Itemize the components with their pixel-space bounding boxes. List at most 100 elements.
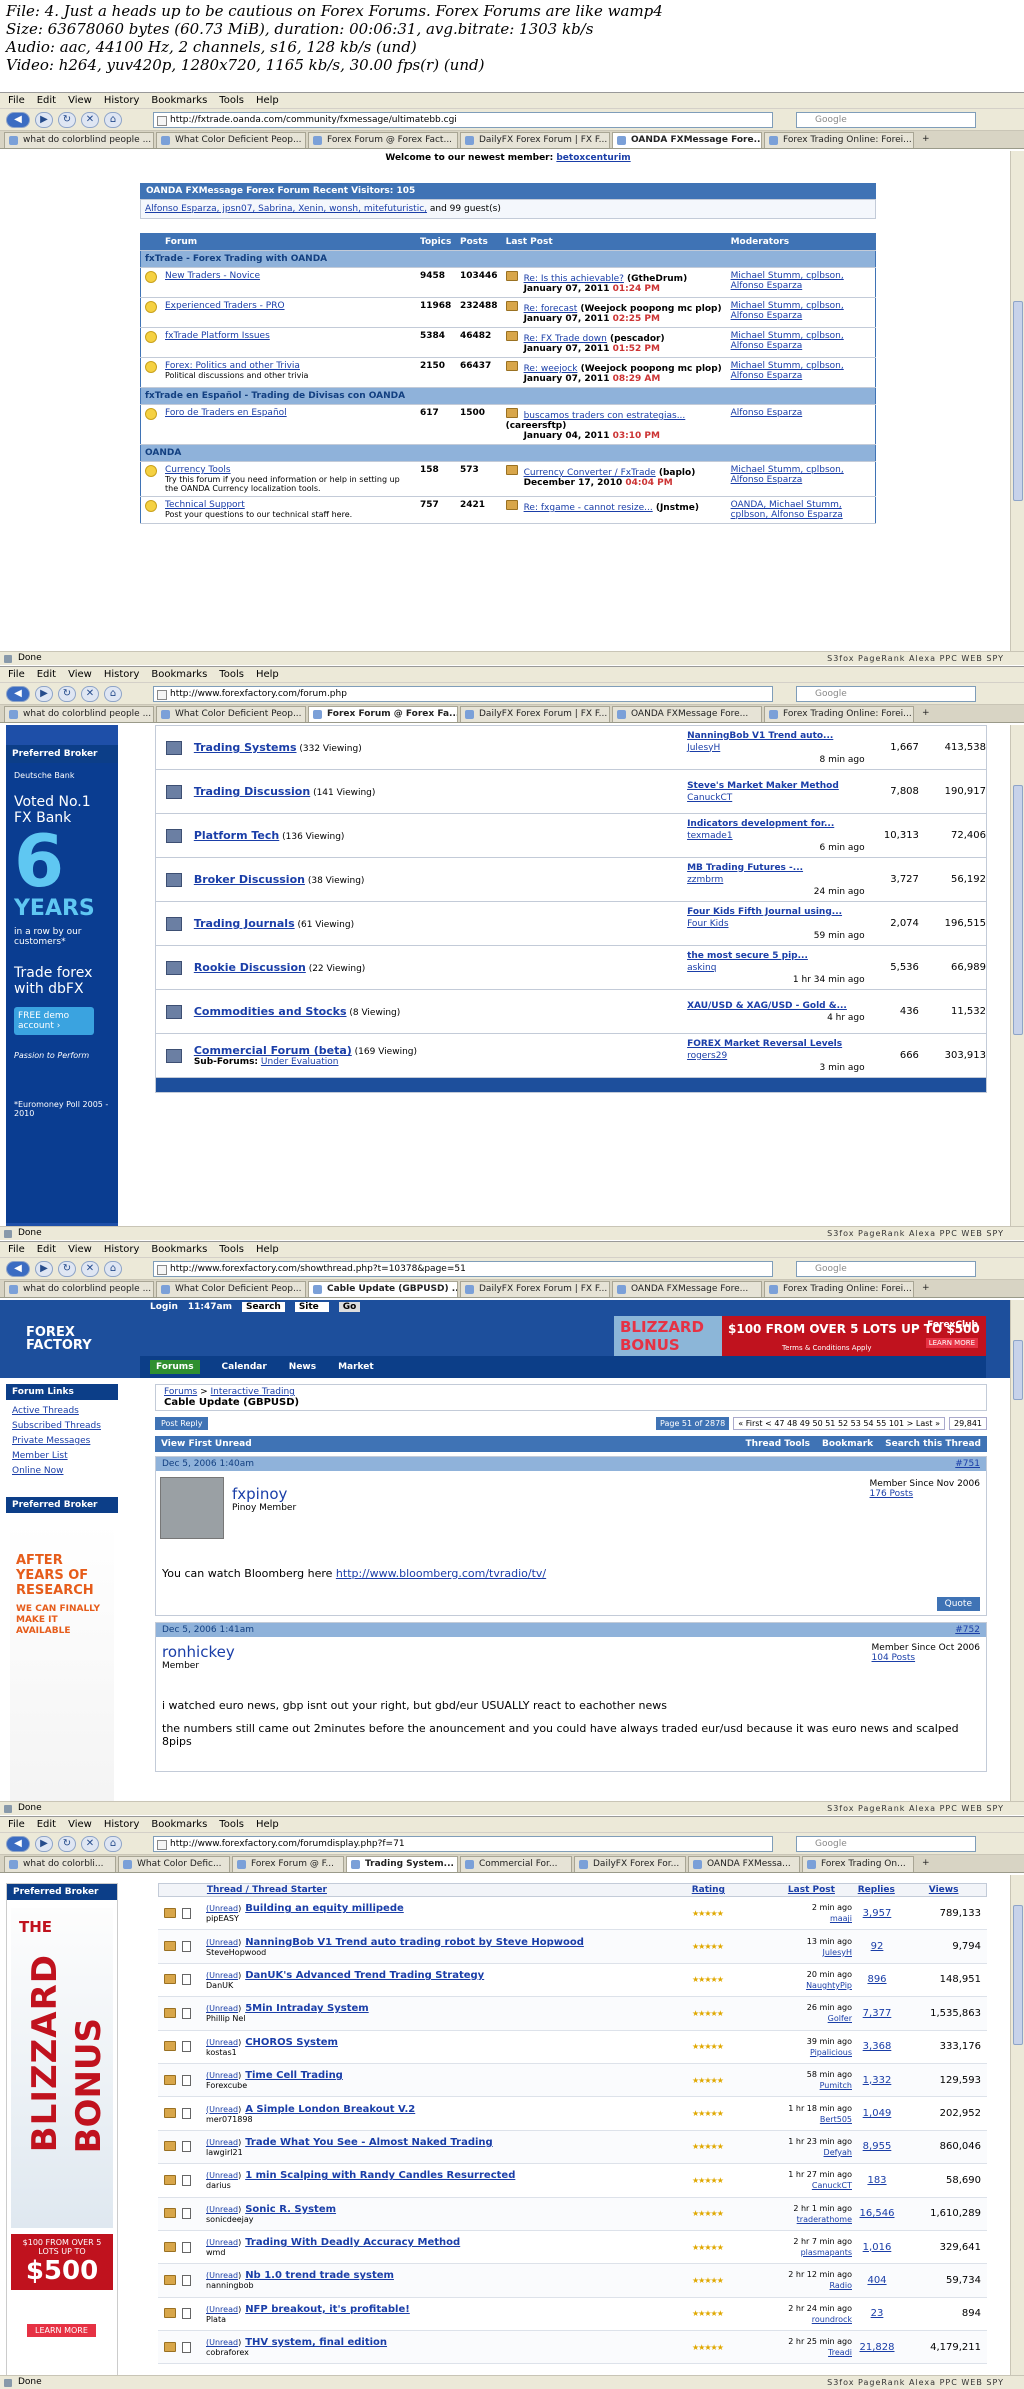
tab-7[interactable]: OANDA FXMessa... bbox=[688, 1856, 800, 1872]
unread-link[interactable]: (Unread bbox=[206, 2305, 238, 2314]
tab-6[interactable]: DailyFX Forex For... bbox=[574, 1856, 686, 1872]
last-post-author[interactable]: texmade1 bbox=[687, 831, 733, 841]
thread-replies[interactable]: 404 bbox=[852, 2275, 902, 2286]
tab-1[interactable]: what do colorblind people ... bbox=[4, 1281, 154, 1297]
breadcrumb-forums[interactable]: Forums bbox=[164, 1387, 197, 1397]
back-icon[interactable]: ◀ bbox=[6, 1835, 30, 1852]
menu-history[interactable]: History bbox=[104, 95, 140, 106]
menu-tools[interactable]: Tools bbox=[219, 669, 244, 680]
moderators[interactable]: Michael Stumm, cplbson, bbox=[731, 301, 871, 311]
forum-name[interactable]: Platform Tech bbox=[194, 829, 279, 842]
bookmark-menu[interactable]: Bookmark bbox=[822, 1439, 873, 1449]
menu-edit[interactable]: Edit bbox=[37, 95, 56, 106]
post-username[interactable]: fxpinoy bbox=[232, 1485, 287, 1503]
stop-icon[interactable]: ✕ bbox=[81, 685, 99, 702]
menu-history[interactable]: History bbox=[104, 1819, 140, 1830]
blizzard-side-ad[interactable]: Preferred Broker THE BLIZZARD BONUS $100… bbox=[6, 1883, 118, 2376]
tab-3[interactable]: Cable Update (GBPUSD) ... bbox=[308, 1281, 458, 1297]
nav-news[interactable]: News bbox=[289, 1362, 316, 1372]
thread-title[interactable]: THV system, final edition bbox=[245, 2337, 387, 2348]
ad-learn-button[interactable]: LEARN MORE bbox=[27, 2324, 96, 2337]
new-tab-icon[interactable]: + bbox=[916, 706, 936, 722]
scrollbar[interactable] bbox=[1010, 725, 1024, 1227]
back-icon[interactable]: ◀ bbox=[6, 685, 30, 702]
pagination-links[interactable]: « First < 47 48 49 50 51 52 53 54 55 101… bbox=[733, 1417, 945, 1430]
thread-last-author[interactable]: CanuckCT bbox=[772, 2180, 852, 2191]
bloomberg-link[interactable]: http://www.bloomberg.com/tvradio/tv/ bbox=[336, 1567, 546, 1580]
home-icon[interactable]: ⌂ bbox=[104, 111, 122, 128]
unread-link[interactable]: (Unread bbox=[206, 2138, 238, 2147]
menu-tools[interactable]: Tools bbox=[219, 1819, 244, 1830]
ff-logo[interactable]: FOREX FACTORY bbox=[26, 1326, 116, 1352]
scrollbar[interactable] bbox=[1010, 1875, 1024, 2376]
new-tab-icon[interactable]: + bbox=[916, 1281, 936, 1297]
menu-edit[interactable]: Edit bbox=[37, 1244, 56, 1255]
thread-replies[interactable]: 1,049 bbox=[852, 2108, 902, 2119]
moderators-cont[interactable]: Alfonso Esparza bbox=[731, 371, 871, 381]
col-rating[interactable]: Rating bbox=[692, 1884, 772, 1896]
moderators[interactable]: Michael Stumm, cplbson, bbox=[731, 465, 871, 475]
thread-last-author[interactable]: Pipalicious bbox=[772, 2047, 852, 2058]
moderators-cont[interactable]: Alfonso Esparza bbox=[731, 341, 871, 351]
thread-last-author[interactable]: Defyah bbox=[772, 2147, 852, 2158]
last-post-title[interactable]: NanningBob V1 Trend auto... bbox=[687, 730, 865, 742]
moderators[interactable]: Michael Stumm, cplbson, bbox=[731, 331, 871, 341]
tab-3[interactable]: Forex Forum @ Forex Fact... bbox=[308, 132, 458, 148]
forum-name[interactable]: Experienced Traders - PRO bbox=[165, 301, 412, 311]
forum-link-3[interactable]: Private Messages bbox=[12, 1434, 112, 1449]
thread-replies[interactable]: 3,368 bbox=[852, 2041, 902, 2052]
tab-2[interactable]: What Color Defic... bbox=[118, 1856, 230, 1872]
forum-name[interactable]: fxTrade Platform Issues bbox=[165, 331, 412, 341]
thread-replies[interactable]: 896 bbox=[852, 1974, 902, 1985]
forward-icon[interactable]: ▶ bbox=[35, 111, 53, 128]
unread-link[interactable]: (Unread bbox=[206, 2271, 238, 2280]
thread-title[interactable]: Building an equity millipede bbox=[245, 1903, 404, 1914]
search-input[interactable]: Google bbox=[796, 111, 976, 128]
menu-view[interactable]: View bbox=[68, 1244, 92, 1255]
last-post-title[interactable]: Currency Converter / FxTrade bbox=[524, 468, 656, 478]
stop-icon[interactable]: ✕ bbox=[81, 111, 99, 128]
nav-calendar[interactable]: Calendar bbox=[222, 1362, 267, 1372]
menu-history[interactable]: History bbox=[104, 669, 140, 680]
new-tab-icon[interactable]: + bbox=[916, 1856, 936, 1872]
home-icon[interactable]: ⌂ bbox=[104, 1260, 122, 1277]
unread-link[interactable]: (Unread bbox=[206, 2238, 238, 2247]
ad-demo-button[interactable]: FREE demo account › bbox=[14, 1007, 94, 1035]
post-count[interactable]: 176 Posts bbox=[870, 1489, 980, 1499]
thread-title[interactable]: A Simple London Breakout V.2 bbox=[245, 2104, 415, 2115]
menu-bookmarks[interactable]: Bookmarks bbox=[151, 669, 207, 680]
tab-1[interactable]: what do colorblind people ... bbox=[4, 706, 154, 722]
last-post-title[interactable]: Re: fxgame - cannot resize... bbox=[524, 503, 653, 513]
forward-icon[interactable]: ▶ bbox=[35, 1260, 53, 1277]
thread-last-author[interactable]: maaji bbox=[772, 1913, 852, 1924]
search-input[interactable]: Google bbox=[796, 685, 976, 702]
last-post-title[interactable]: Four Kids Fifth Journal using... bbox=[687, 906, 865, 918]
menu-bookmarks[interactable]: Bookmarks bbox=[151, 1819, 207, 1830]
last-post-title[interactable]: Re: FX Trade down bbox=[524, 334, 607, 344]
thread-title[interactable]: NFP breakout, it's profitable! bbox=[245, 2304, 410, 2315]
last-post-author[interactable]: JulesyH bbox=[687, 743, 720, 753]
address-bar[interactable]: http://www.forexfactory.com/showthread.p… bbox=[153, 1260, 773, 1277]
search-thread-menu[interactable]: Search this Thread bbox=[885, 1439, 981, 1449]
menu-history[interactable]: History bbox=[104, 1244, 140, 1255]
address-bar[interactable]: http://fxtrade.oanda.com/community/fxmes… bbox=[153, 111, 773, 128]
menu-tools[interactable]: Tools bbox=[219, 95, 244, 106]
forum-link-5[interactable]: Online Now bbox=[12, 1464, 112, 1479]
last-post-title[interactable]: Re: Is this achievable? bbox=[524, 274, 624, 284]
thread-replies[interactable]: 7,377 bbox=[852, 2008, 902, 2019]
menu-help[interactable]: Help bbox=[256, 95, 279, 106]
tab-2[interactable]: What Color Deficient Peop... bbox=[156, 706, 306, 722]
view-first-unread[interactable]: View First Unread bbox=[161, 1439, 252, 1449]
unread-link[interactable]: (Unread bbox=[206, 2004, 238, 2013]
banner-learn[interactable]: LEARN MORE bbox=[925, 1338, 978, 1348]
thread-last-author[interactable]: Radio bbox=[772, 2280, 852, 2291]
nav-market[interactable]: Market bbox=[338, 1362, 374, 1372]
tab-6[interactable]: Forex Trading Online: Forei... bbox=[764, 1281, 914, 1297]
unread-link[interactable]: (Unread bbox=[206, 2338, 238, 2347]
forum-link-2[interactable]: Subscribed Threads bbox=[12, 1419, 112, 1434]
thread-replies[interactable]: 92 bbox=[852, 1941, 902, 1952]
last-post-title[interactable]: Steve's Market Maker Method bbox=[687, 780, 865, 792]
thread-replies[interactable]: 16,546 bbox=[852, 2208, 902, 2219]
forum-name[interactable]: Rookie Discussion bbox=[194, 961, 306, 974]
menu-tools[interactable]: Tools bbox=[219, 1244, 244, 1255]
